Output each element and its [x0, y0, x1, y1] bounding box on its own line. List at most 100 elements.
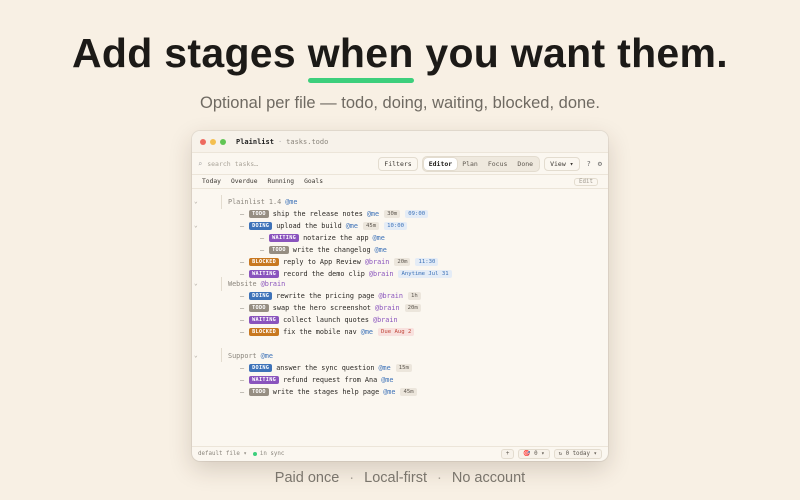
feature-footer: Paid once · Local-first · No account — [0, 470, 800, 486]
task-text: write the stages help page — [272, 387, 380, 396]
task-mention: @brain — [378, 291, 403, 300]
task-text: write the changelog — [292, 245, 371, 254]
indent-guide — [221, 348, 222, 362]
status-badge[interactable]: DOING — [249, 291, 273, 300]
status-badge[interactable]: WAITING — [269, 233, 300, 242]
sync-status-dot — [252, 452, 257, 456]
filter-today[interactable]: Today — [202, 178, 221, 185]
close-window-button[interactable] — [200, 138, 206, 145]
time-chip: 09:00 — [405, 209, 429, 218]
task-text: ship the release notes — [272, 209, 363, 218]
task-row[interactable]: – WAITING notarize the app @me — [260, 232, 385, 243]
status-badge[interactable]: TODO — [249, 303, 269, 312]
task-row[interactable]: – WAITING collect launch quotes @brain — [240, 314, 398, 325]
task-mention: @me — [360, 327, 374, 336]
hero-title-highlight: when — [307, 30, 414, 83]
project-row[interactable]: ⌄ Support @me — [194, 350, 273, 361]
zoom-window-button[interactable] — [220, 138, 226, 145]
status-badge[interactable]: TODO — [249, 209, 269, 218]
task-row[interactable]: – TODO swap the hero screenshot @brain 2… — [240, 302, 421, 313]
view-mode-tabs: Editor Plan Focus Done — [421, 155, 541, 172]
status-badge[interactable]: DOING — [249, 221, 273, 230]
status-badge[interactable]: TODO — [269, 245, 289, 254]
task-mention: @me — [378, 363, 391, 372]
view-menu-button[interactable]: View ▾ — [544, 156, 580, 171]
task-text: answer the sync question — [276, 363, 375, 372]
chevron-down-icon[interactable]: ⌄ — [194, 222, 198, 229]
status-badge[interactable]: TODO — [249, 387, 269, 396]
task-mention: @brain — [364, 257, 390, 266]
status-badge[interactable]: WAITING — [249, 315, 280, 324]
status-badge[interactable]: BLOCKED — [249, 257, 280, 266]
add-task-button[interactable]: + — [500, 449, 515, 459]
today-counter-button[interactable]: ↻ 0 today ▾ — [553, 449, 602, 459]
project-row[interactable]: ⌄ Website @brain — [194, 278, 285, 289]
status-bar: default file ▾ in sync + 🎯 0 ▾ ↻ 0 today… — [192, 446, 608, 461]
minimize-window-button[interactable] — [210, 138, 216, 145]
title-bar: Plainlist · tasks.todo — [192, 131, 608, 153]
search-input[interactable] — [207, 159, 358, 168]
task-mention: @brain — [375, 303, 400, 312]
due-date-chip: Due Aug 2 — [378, 327, 415, 336]
chevron-down-icon[interactable]: ⌄ — [194, 352, 198, 359]
task-text: fix the mobile nav — [283, 327, 357, 336]
task-text: refund request from Ana — [283, 375, 378, 384]
task-mention: @me — [381, 375, 394, 384]
duration-chip: 1h — [408, 291, 421, 300]
task-list: ⌄ Plainlist 1.4 @me – TODO ship the rele… — [192, 191, 608, 446]
quick-filter-bar: Today Overdue Running Goals Edit — [192, 175, 608, 189]
app-name: Plainlist — [236, 137, 274, 146]
task-mention: @me — [383, 387, 396, 396]
task-text: reply to App Review — [283, 257, 361, 266]
status-badge[interactable]: DOING — [249, 363, 273, 372]
task-row[interactable]: – TODO write the changelog @me — [260, 244, 387, 255]
footer-separator: · — [437, 470, 442, 486]
search-icon: ⌕ — [198, 159, 203, 168]
task-row[interactable]: – BLOCKED reply to App Review @brain 20m… — [240, 256, 439, 267]
feature-local-first: Local-first — [364, 470, 427, 486]
task-text: rewrite the pricing page — [276, 291, 375, 300]
task-row[interactable]: – DOING rewrite the pricing page @brain … — [240, 290, 421, 301]
filters-button[interactable]: Filters — [378, 156, 418, 171]
task-row[interactable]: – TODO ship the release notes @me 30m 09… — [240, 208, 429, 219]
tab-editor[interactable]: Editor — [423, 157, 458, 170]
status-badge[interactable]: BLOCKED — [249, 327, 280, 336]
edit-filters-button[interactable]: Edit — [574, 177, 598, 186]
task-row[interactable]: ⌄ – DOING upload the build @me 45m 10:00 — [194, 220, 407, 231]
status-badge[interactable]: WAITING — [249, 375, 280, 384]
task-row[interactable]: – TODO write the stages help page @me 45… — [240, 386, 417, 397]
indent-guide — [221, 277, 222, 291]
task-row[interactable]: – WAITING refund request from Ana @me — [240, 374, 393, 385]
task-row[interactable]: – DOING answer the sync question @me 15m — [240, 362, 412, 373]
task-mention: @brain — [368, 269, 394, 278]
gear-icon[interactable]: ⚙ — [598, 160, 602, 168]
status-badge[interactable]: WAITING — [249, 269, 280, 278]
filter-goals[interactable]: Goals — [304, 178, 323, 185]
filter-overdue[interactable]: Overdue — [231, 178, 258, 185]
duration-chip: 20m — [404, 303, 421, 312]
tab-done[interactable]: Done — [512, 158, 538, 170]
tab-plan[interactable]: Plan — [457, 158, 483, 170]
help-button[interactable]: ? — [587, 160, 591, 168]
project-row[interactable]: ⌄ Plainlist 1.4 @me — [194, 196, 297, 207]
duration-chip: 30m — [384, 209, 401, 218]
file-selector[interactable]: default file ▾ — [198, 451, 247, 457]
task-text: upload the build — [276, 221, 342, 230]
filter-running[interactable]: Running — [268, 178, 295, 185]
task-mention: @me — [372, 233, 385, 242]
app-window: Plainlist · tasks.todo ⌕ Filters Editor … — [192, 131, 608, 461]
task-text: notarize the app — [303, 233, 369, 242]
task-row[interactable]: – BLOCKED fix the mobile nav @me Due Aug… — [240, 326, 415, 337]
date-chip: Anytime Jul 31 — [398, 269, 452, 278]
hero-title: Add stages when you want them. — [0, 30, 800, 83]
chevron-down-icon[interactable]: ⌄ — [194, 198, 198, 205]
tab-focus[interactable]: Focus — [483, 158, 513, 170]
duration-chip: 45m — [400, 387, 417, 396]
duration-chip: 45m — [362, 221, 380, 230]
feature-no-account: No account — [451, 470, 526, 486]
task-text: collect launch quotes — [283, 315, 369, 324]
task-text: record the demo clip — [283, 269, 365, 278]
chevron-down-icon[interactable]: ⌄ — [194, 280, 198, 287]
feature-paid-once: Paid once — [274, 470, 340, 486]
focus-counter-button[interactable]: 🎯 0 ▾ — [518, 449, 550, 459]
